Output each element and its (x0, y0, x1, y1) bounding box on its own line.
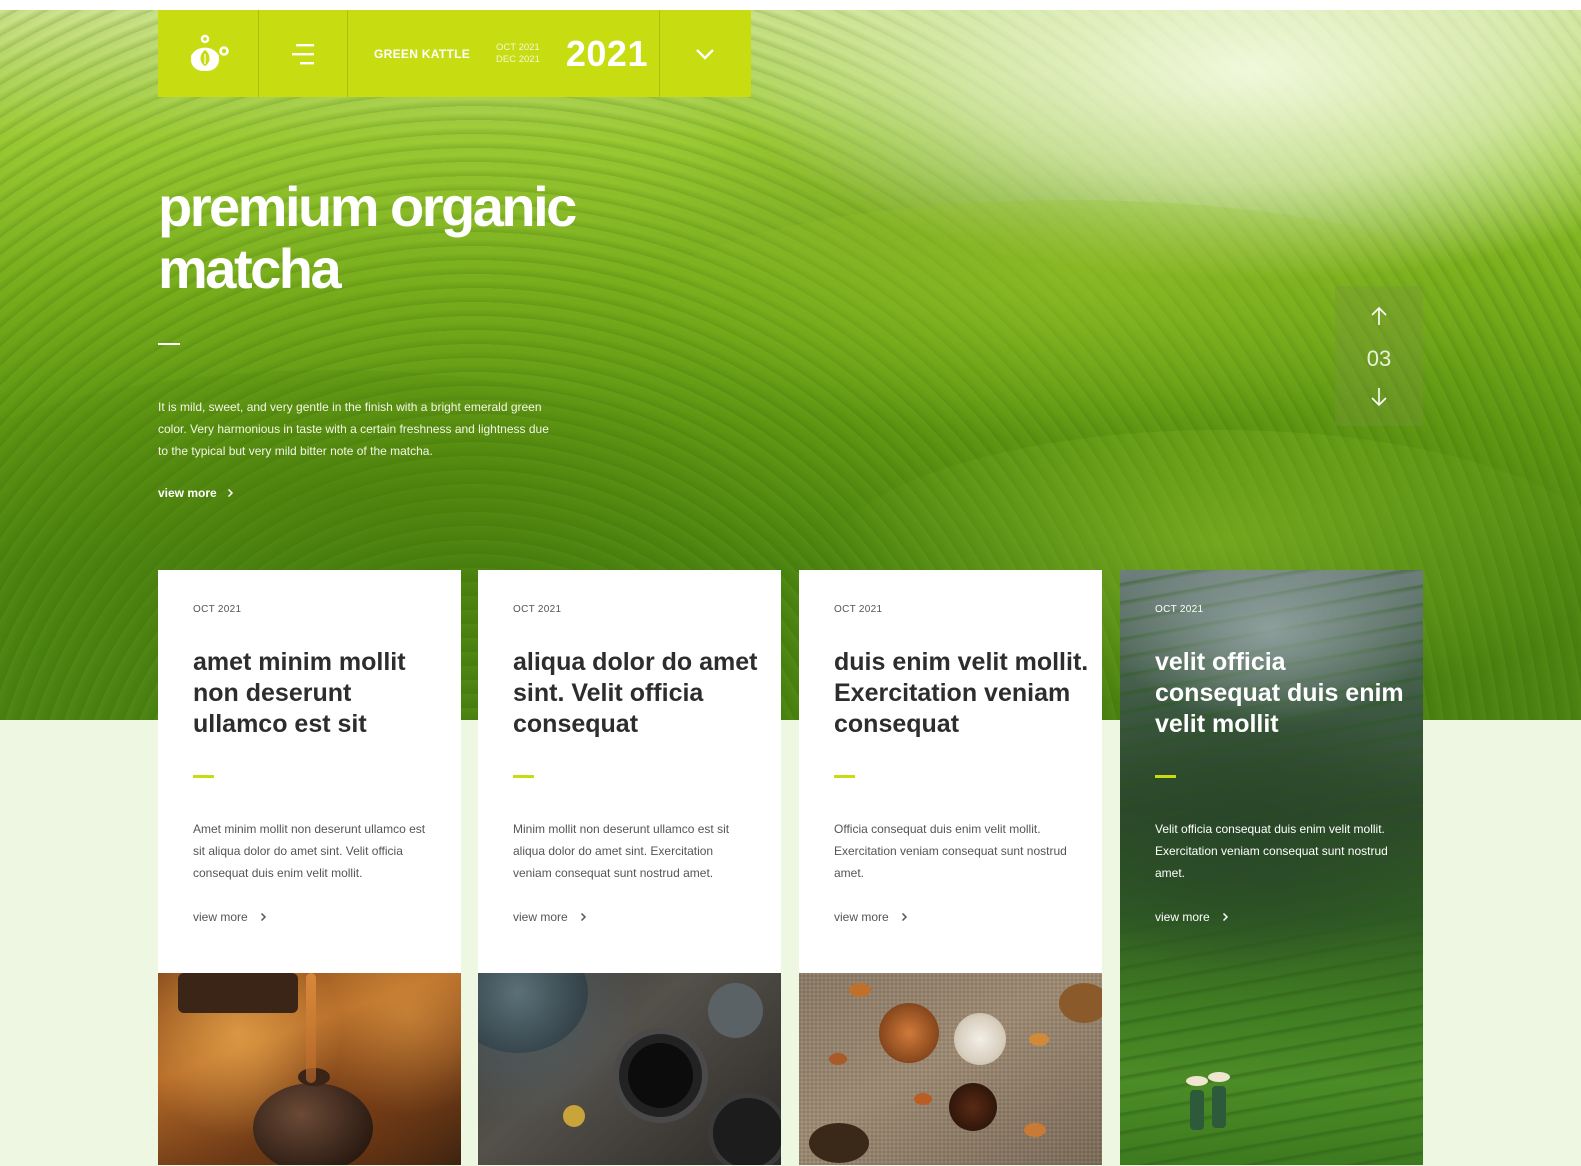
chevron-right-icon (580, 912, 586, 922)
teapot-leaf-icon (191, 34, 229, 71)
date-to: DEC 2021 (496, 53, 540, 65)
tea-cups-photo (478, 973, 781, 1165)
card-text: Amet minim mollit non deserunt ullamco e… (193, 822, 426, 880)
brand-name: GREEN KATTLE (374, 46, 471, 61)
hero-divider (158, 343, 180, 345)
year-dropdown-button[interactable] (660, 10, 750, 97)
arrow-down-icon (1371, 388, 1387, 407)
card-text: Velit officia consequat duis enim velit … (1155, 822, 1388, 880)
card-view-more-label: view more (1155, 910, 1210, 924)
card-view-more-link[interactable]: view more (513, 910, 587, 924)
year: 2021 (565, 32, 648, 74)
logo[interactable] (158, 10, 259, 97)
menu-button[interactable] (259, 10, 348, 97)
hero-title-line1: premium organic (158, 175, 577, 238)
article-card: OCT 2021 amet minim mollit non deserunt … (158, 570, 461, 1165)
card-title[interactable]: aliqua dolor do amet sint. Velit officia… (513, 647, 768, 740)
article-card: OCT 2021 aliqua dolor do amet sint. Veli… (478, 570, 781, 1165)
slide-up-button[interactable] (1370, 306, 1388, 331)
slide-down-button[interactable] (1370, 387, 1388, 412)
card-title[interactable]: velit officia consequat duis enim velit … (1155, 647, 1410, 740)
card-text: Minim mollit non deserunt ullamco est si… (513, 822, 730, 880)
card-view-more-link[interactable]: view more (1155, 910, 1229, 924)
card-accent-line (193, 775, 214, 778)
date-range: OCT 2021 DEC 2021 (496, 42, 540, 66)
hero-view-more-label: view more (158, 486, 217, 500)
date-from: OCT 2021 (496, 41, 540, 53)
card-accent-line (834, 775, 855, 778)
chevron-right-icon (1222, 912, 1228, 922)
featured-article-card: OCT 2021 velit officia consequat duis en… (1120, 570, 1423, 1165)
edition-info: GREEN KATTLE OCT 2021 DEC 2021 2021 (348, 10, 660, 97)
card-view-more-label: view more (834, 910, 889, 924)
hero-description: It is mild, sweet, and very gentle in th… (158, 400, 549, 458)
card-accent-line (1155, 775, 1176, 778)
card-text: Officia consequat duis enim velit mollit… (834, 822, 1067, 880)
slide-number: 03 (1366, 346, 1392, 371)
card-accent-line (513, 775, 534, 778)
card-date: OCT 2021 (513, 604, 562, 615)
card-title[interactable]: duis enim velit mollit. Exercitation ven… (834, 647, 1089, 740)
page: GREEN KATTLE OCT 2021 DEC 2021 2021 prem… (0, 0, 1581, 1166)
tea-pouring-photo (158, 973, 461, 1165)
article-card: OCT 2021 duis enim velit mollit. Exercit… (799, 570, 1102, 1165)
chevron-right-icon (260, 912, 266, 922)
card-date: OCT 2021 (834, 604, 883, 615)
slide-pager: 03 (1335, 286, 1423, 426)
tea-leaves-cloth-photo (799, 973, 1102, 1165)
card-title[interactable]: amet minim mollit non deserunt ullamco e… (193, 647, 448, 740)
chevron-down-icon (696, 48, 714, 60)
card-view-more-label: view more (193, 910, 248, 924)
menu-lines-icon (292, 43, 314, 64)
hero-title-line2: matcha (158, 237, 342, 300)
card-date: OCT 2021 (193, 604, 242, 615)
card-view-more-label: view more (513, 910, 568, 924)
top-bar: GREEN KATTLE OCT 2021 DEC 2021 2021 (158, 10, 751, 97)
hero-title: premium organic matcha (158, 176, 638, 300)
card-view-more-link[interactable]: view more (193, 910, 267, 924)
arrow-up-icon (1371, 306, 1387, 325)
card-date: OCT 2021 (1155, 604, 1204, 615)
hero-view-more-link[interactable]: view more (158, 486, 234, 500)
chevron-right-icon (901, 912, 907, 922)
chevron-right-icon (227, 488, 233, 498)
card-view-more-link[interactable]: view more (834, 910, 908, 924)
